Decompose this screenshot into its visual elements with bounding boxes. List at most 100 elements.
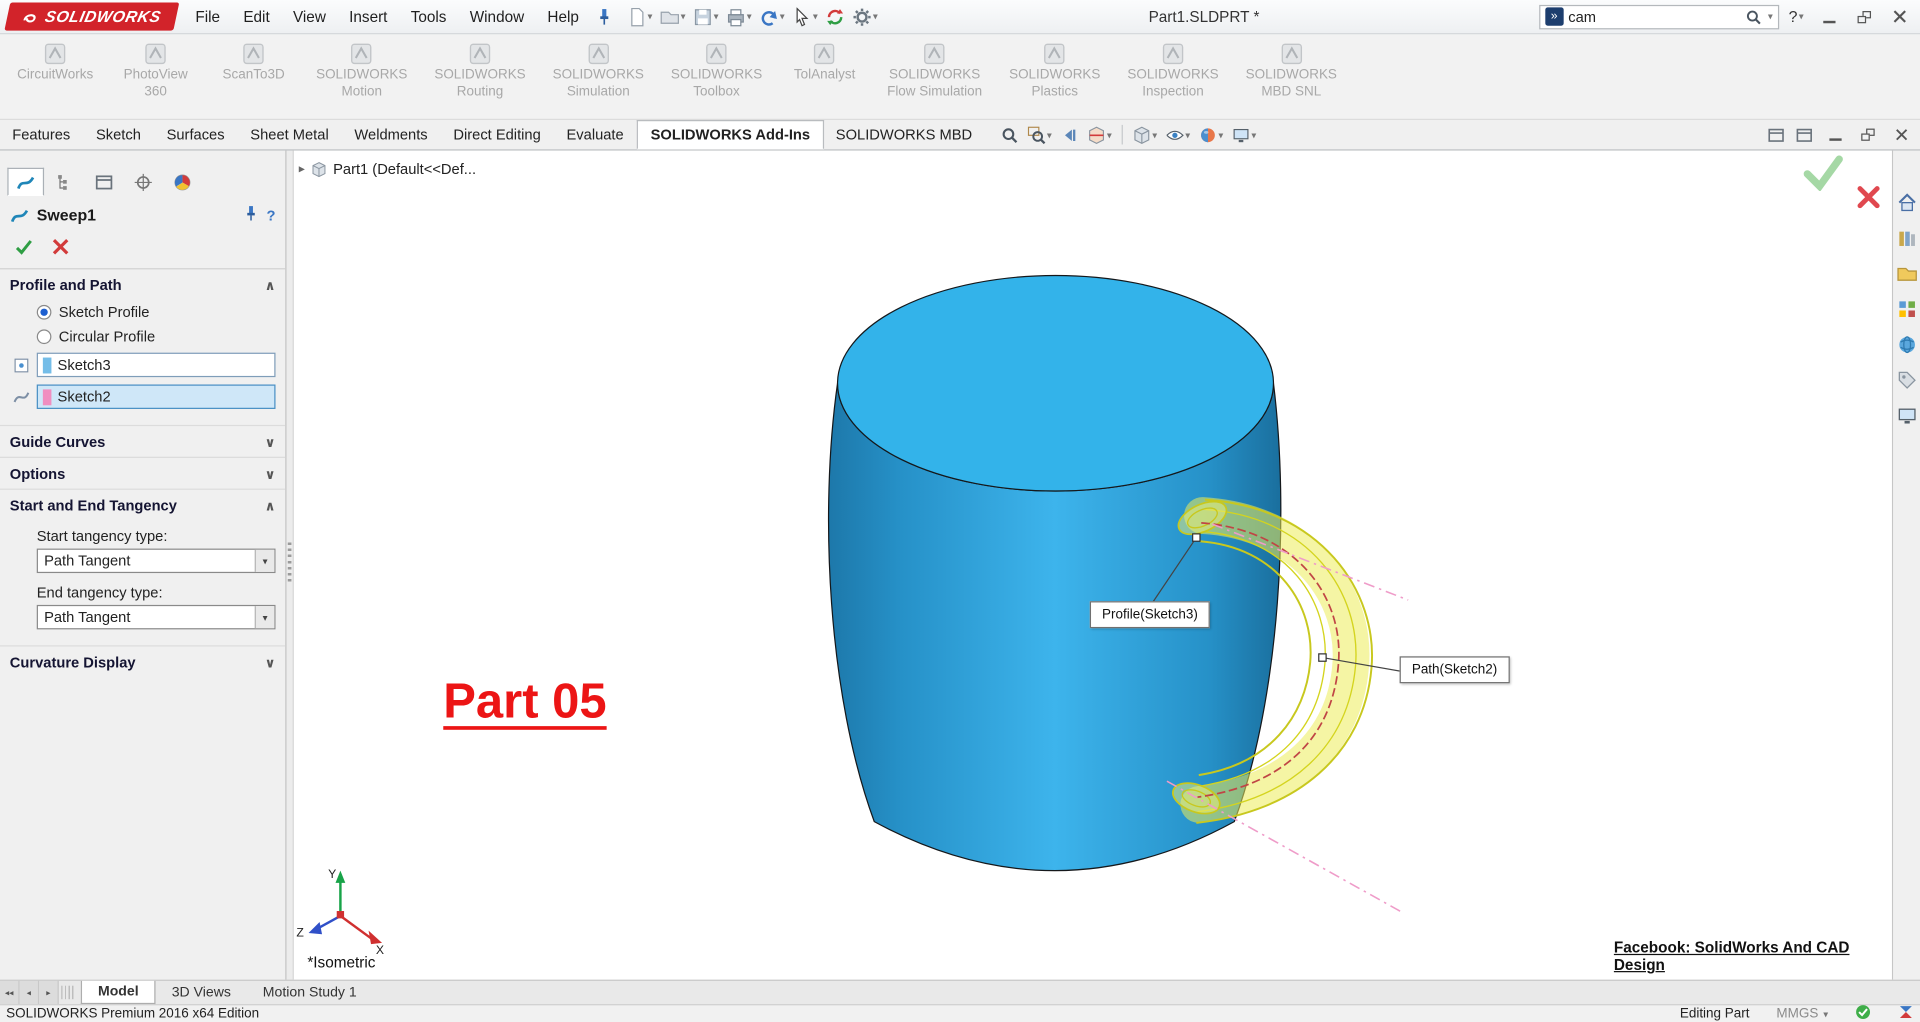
chevron-down-icon[interactable]: ▾ (254, 549, 275, 572)
tab-features[interactable]: Features (0, 120, 84, 149)
new-document-button[interactable]: ▾ (623, 4, 656, 28)
chevron-down-icon[interactable]: ▾ (1768, 11, 1773, 22)
tab-evaluate[interactable]: Evaluate (554, 120, 637, 149)
forum-icon[interactable] (1896, 405, 1917, 429)
menu-edit[interactable]: Edit (232, 2, 280, 31)
addin-flow-simulation[interactable]: SOLIDWORKS Flow Simulation (887, 42, 982, 101)
tab-solidworks-mbd[interactable]: SOLIDWORKS MBD (824, 120, 986, 149)
addin-toolbox[interactable]: SOLIDWORKS Toolbox (671, 42, 762, 101)
tab-model[interactable]: Model (80, 980, 156, 1005)
chevron-down-icon[interactable]: ▾ (873, 11, 878, 22)
menu-tools[interactable]: Tools (400, 2, 458, 31)
save-button[interactable]: ▾ (689, 4, 722, 28)
search-box[interactable]: » ▾ (1538, 4, 1779, 29)
print-button[interactable]: ▾ (722, 4, 755, 28)
group-curvature-display[interactable]: Curvature Display ∨ (0, 645, 286, 677)
units-selector[interactable]: MMGS ▾ (1776, 1007, 1828, 1022)
addin-circuitworks[interactable]: CircuitWorks (17, 42, 93, 84)
pane-layout-icon[interactable] (1791, 123, 1817, 146)
options-button[interactable]: ▾ (848, 4, 881, 28)
group-guide-curves[interactable]: Guide Curves ∨ (0, 424, 286, 457)
addin-routing[interactable]: SOLIDWORKS Routing (434, 42, 526, 101)
chevron-down-icon[interactable]: ▾ (1152, 129, 1157, 140)
tab-dimxpert-manager[interactable] (125, 168, 162, 196)
breadcrumb[interactable]: ▸ Part1 (Default<<Def... (299, 160, 476, 177)
section-view-button[interactable]: ▾ (1085, 124, 1114, 145)
end-tangency-select[interactable]: Path Tangent ▾ (36, 604, 276, 630)
keep-visible-pin-icon[interactable] (242, 204, 259, 225)
menu-help[interactable]: Help (536, 2, 590, 31)
profile-selection-field[interactable]: Sketch3 (36, 352, 276, 378)
previous-view-button[interactable] (1058, 124, 1081, 145)
search-input[interactable] (1568, 7, 1740, 26)
mug-body[interactable] (827, 274, 1282, 872)
chevron-down-icon[interactable]: ▾ (254, 606, 275, 629)
search-scope-icon[interactable]: » (1545, 7, 1564, 26)
doc-close-button[interactable] (1886, 122, 1917, 146)
collapse-icon[interactable]: ∧ (265, 498, 276, 514)
tab-property-manager[interactable] (7, 167, 45, 196)
radio-button[interactable] (36, 329, 52, 345)
start-tangency-select[interactable]: Path Tangent ▾ (36, 548, 276, 574)
addin-simulation[interactable]: SOLIDWORKS Simulation (553, 42, 644, 101)
pane-layout-icon[interactable] (1763, 123, 1789, 146)
tab-feature-manager[interactable] (47, 168, 84, 196)
tab-sketch[interactable]: Sketch (84, 120, 155, 149)
breadcrumb-arrow-icon[interactable]: ▸ (299, 162, 305, 175)
path-callout[interactable]: Path(Sketch2) (1399, 656, 1510, 684)
chevron-down-icon[interactable]: ▾ (1107, 129, 1112, 140)
panel-splitter[interactable] (286, 150, 294, 980)
breadcrumb-label[interactable]: Part1 (Default<<Def... (333, 160, 476, 177)
addin-tolanalyst[interactable]: TolAnalyst (789, 42, 860, 84)
tab-scroll-prev-button[interactable]: ◂ (19, 980, 40, 1005)
tab-splitter-grip[interactable] (61, 985, 74, 1000)
chevron-down-icon[interactable]: ▾ (1047, 129, 1052, 140)
chevron-down-icon[interactable]: ▾ (813, 11, 818, 22)
menu-insert[interactable]: Insert (338, 2, 398, 31)
tab-scroll-first-button[interactable]: ◂◂ (0, 980, 20, 1005)
chevron-down-icon[interactable]: ▾ (780, 11, 785, 22)
rebuild-button[interactable] (821, 4, 848, 28)
chevron-down-icon[interactable]: ▾ (1799, 11, 1804, 22)
design-library-icon[interactable] (1896, 228, 1917, 252)
tab-motion-study-1[interactable]: Motion Study 1 (247, 981, 373, 1004)
help-button[interactable]: ? ▾ (1784, 7, 1809, 25)
tab-solidworks-add-ins[interactable]: SOLIDWORKS Add-Ins (637, 120, 824, 150)
addin-mbd-snl[interactable]: SOLIDWORKS MBD SNL (1246, 42, 1337, 101)
confirmation-ok-icon[interactable] (1802, 154, 1844, 194)
hide-show-items-button[interactable]: ▾ (1163, 124, 1192, 145)
select-tool-button[interactable]: ▾ (788, 4, 821, 28)
group-start-end-tangency[interactable]: Start and End Tangency ∧ (0, 488, 286, 521)
addin-inspection[interactable]: SOLIDWORKS Inspection (1127, 42, 1219, 101)
display-style-button[interactable]: ▾ (1130, 124, 1159, 145)
undo-button[interactable]: ▾ (755, 4, 788, 28)
expand-icon[interactable]: ∨ (265, 466, 276, 482)
confirmation-cancel-icon[interactable] (1856, 185, 1880, 213)
tab-sheet-metal[interactable]: Sheet Metal (238, 120, 342, 149)
chevron-down-icon[interactable]: ▾ (1823, 1008, 1828, 1019)
tab-3d-views[interactable]: 3D Views (156, 981, 247, 1004)
home-icon[interactable] (1896, 192, 1917, 216)
profile-callout[interactable]: Profile(Sketch3) (1089, 601, 1211, 629)
close-button[interactable] (1884, 3, 1915, 30)
tab-scroll-next-button[interactable]: ▸ (39, 980, 59, 1005)
model-scene[interactable]: Y X Z (294, 151, 1892, 980)
zoom-area-button[interactable]: ▾ (1025, 124, 1054, 145)
ok-button[interactable] (15, 238, 33, 260)
custom-properties-icon[interactable] (1896, 370, 1917, 394)
chevron-down-icon[interactable]: ▾ (714, 11, 719, 22)
pin-menu-icon[interactable] (591, 5, 617, 28)
chevron-down-icon[interactable]: ▾ (747, 11, 752, 22)
chevron-down-icon[interactable]: ▾ (1251, 129, 1256, 140)
expand-icon[interactable]: ∨ (265, 654, 276, 671)
zoom-fit-button[interactable] (998, 124, 1021, 145)
group-profile-and-path[interactable]: Profile and Path ∧ (0, 269, 285, 300)
tab-direct-editing[interactable]: Direct Editing (441, 120, 554, 149)
view-settings-button[interactable]: ▾ (1229, 124, 1258, 145)
chevron-down-icon[interactable]: ▾ (647, 11, 652, 22)
expand-icon[interactable]: ∨ (265, 434, 276, 450)
tab-display-manager[interactable] (164, 168, 201, 196)
help-label[interactable]: ? (1789, 7, 1798, 25)
graphics-viewport[interactable]: Y X Z ▸ Part1 (Default<<Def... Profile(S… (293, 150, 1892, 980)
view-palette-icon[interactable] (1896, 299, 1917, 323)
